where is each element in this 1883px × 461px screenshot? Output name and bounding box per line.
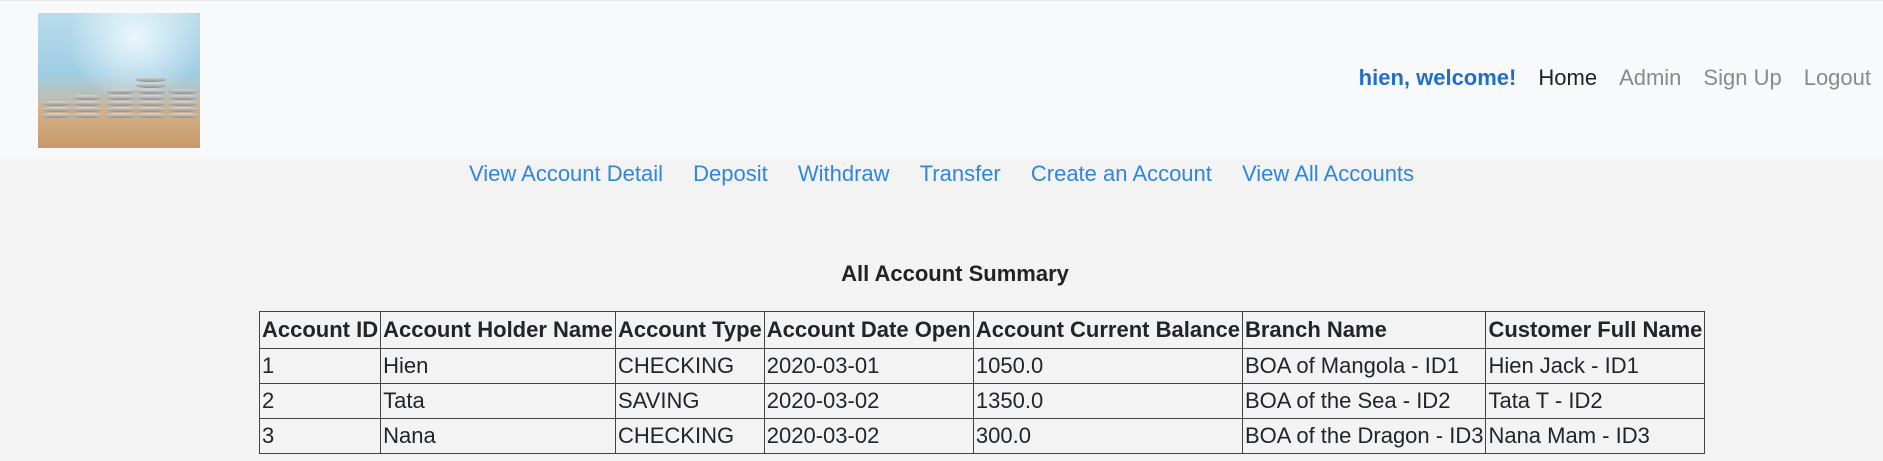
deposit-link[interactable]: Deposit [693, 161, 768, 186]
column-header-account-id: Account ID [258, 311, 382, 349]
coin-stack-icon [106, 88, 136, 118]
cell-date-open: 2020-03-01 [763, 348, 974, 384]
cell-holder-name: Nana [380, 418, 616, 454]
cell-branch-name: BOA of Mangola - ID1 [1241, 348, 1487, 384]
cell-customer-name: Tata T - ID2 [1485, 383, 1706, 419]
coin-stack-icon [136, 76, 166, 118]
cell-balance: 1350.0 [972, 383, 1243, 419]
cell-customer-name: Hien Jack - ID1 [1485, 348, 1706, 384]
welcome-message: hien, welcome! [1358, 65, 1517, 90]
column-header-balance: Account Current Balance [972, 311, 1243, 349]
table-row: 3 Nana CHECKING 2020-03-02 300.0 BOA of … [258, 418, 1706, 454]
nav-right: hien, welcome! Home Admin Sign Up Logout [1359, 65, 1871, 91]
account-actions-nav: View Account Detail Deposit Withdraw Tra… [0, 161, 1883, 187]
column-header-customer-name: Customer Full Name [1485, 311, 1706, 349]
cell-holder-name: Hien [380, 348, 616, 384]
nav-home-link[interactable]: Home [1538, 65, 1597, 91]
column-header-holder-name: Account Holder Name [380, 311, 616, 349]
cell-date-open: 2020-03-02 [763, 418, 974, 454]
coin-stack-icon [168, 88, 198, 118]
page-title: All Account Summary [841, 261, 1069, 286]
cell-customer-name: Nana Mam - ID3 [1485, 418, 1706, 454]
table-row: 2 Tata SAVING 2020-03-02 1350.0 BOA of t… [258, 383, 1706, 419]
logo-image[interactable] [38, 13, 200, 148]
logo-sky [38, 13, 200, 94]
cell-account-type: CHECKING [614, 348, 765, 384]
top-navbar: hien, welcome! Home Admin Sign Up Logout [0, 0, 1883, 159]
nav-admin-link[interactable]: Admin [1619, 65, 1681, 91]
withdraw-link[interactable]: Withdraw [798, 161, 890, 186]
column-header-account-type: Account Type [614, 311, 765, 349]
coin-stack-icon [42, 100, 72, 118]
cell-branch-name: BOA of the Sea - ID2 [1241, 383, 1487, 419]
column-header-date-open: Account Date Open [763, 311, 974, 349]
transfer-link[interactable]: Transfer [920, 161, 1001, 186]
view-all-accounts-link[interactable]: View All Accounts [1242, 161, 1414, 186]
cell-holder-name: Tata [380, 383, 616, 419]
cell-balance: 1050.0 [972, 348, 1243, 384]
cell-date-open: 2020-03-02 [763, 383, 974, 419]
table-header-row: Account ID Account Holder Name Account T… [258, 311, 1706, 349]
coin-stack-icon [72, 94, 102, 118]
view-account-detail-link[interactable]: View Account Detail [469, 161, 663, 186]
cell-account-id: 2 [258, 383, 382, 419]
cell-account-id: 3 [258, 418, 382, 454]
cell-account-type: CHECKING [614, 418, 765, 454]
nav-logout-link[interactable]: Logout [1804, 65, 1871, 91]
nav-signup-link[interactable]: Sign Up [1703, 65, 1781, 91]
create-account-link[interactable]: Create an Account [1031, 161, 1212, 186]
cell-balance: 300.0 [972, 418, 1243, 454]
cell-branch-name: BOA of the Dragon - ID3 [1241, 418, 1487, 454]
column-header-branch-name: Branch Name [1241, 311, 1487, 349]
accounts-table: Account ID Account Holder Name Account T… [258, 311, 1706, 454]
cell-account-id: 1 [258, 348, 382, 384]
cell-account-type: SAVING [614, 383, 765, 419]
table-row: 1 Hien CHECKING 2020-03-01 1050.0 BOA of… [258, 348, 1706, 384]
